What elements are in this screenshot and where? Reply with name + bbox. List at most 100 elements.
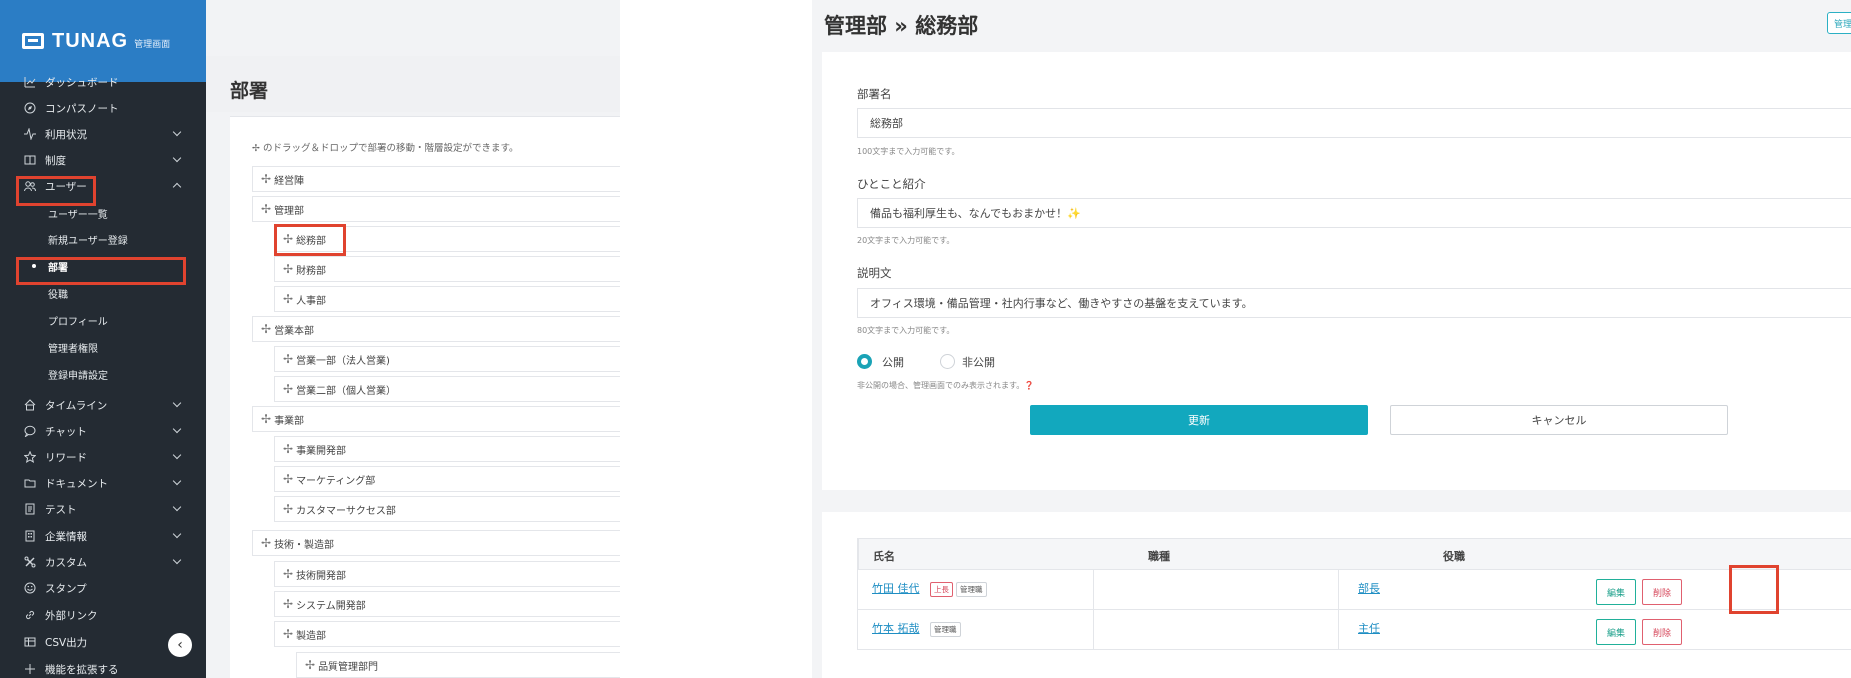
sidebar-subitem-new-user[interactable]: 新規ユーザー登録 <box>0 226 206 252</box>
drag-handle-icon[interactable]: ✢ <box>283 352 293 366</box>
drag-handle-icon[interactable]: ✢ <box>305 658 315 672</box>
delete-button[interactable]: 削除 <box>1642 619 1682 645</box>
brand-name: TUNAG <box>52 29 129 52</box>
smile-icon <box>24 582 36 594</box>
sidebar-collapse-button[interactable]: ‹ <box>168 633 192 657</box>
sidebar-item-chat[interactable]: チャット <box>0 418 206 444</box>
sidebar-item-timeline[interactable]: タイムライン <box>0 392 206 418</box>
department-item[interactable]: ✢ 事業開発部 <box>274 436 620 462</box>
department-label: 営業一部（法人営業) <box>296 355 390 367</box>
radio-public-label: 公開 <box>882 356 904 369</box>
department-label: 技術開発部 <box>296 570 347 582</box>
department-item[interactable]: ✢ 営業本部 <box>252 316 620 342</box>
department-label: 財務部 <box>296 265 327 277</box>
position-link[interactable]: 部長 <box>1358 580 1380 596</box>
department-item[interactable]: ✢ 技術開発部 <box>274 561 620 587</box>
sidebar-item-reward[interactable]: リワード <box>0 444 206 470</box>
sidebar-item-custom[interactable]: カスタム <box>0 549 206 575</box>
department-item[interactable]: ✢ 事業部 <box>252 406 620 432</box>
delete-button[interactable]: 削除 <box>1642 579 1682 605</box>
page-title: 管理部 » 総務部 <box>824 14 979 38</box>
sidebar-item-label: コンパスノート <box>45 102 119 115</box>
sidebar-item-compass-note[interactable]: コンパスノート <box>0 95 206 121</box>
position-link[interactable]: 主任 <box>1358 620 1380 636</box>
department-item[interactable]: ✢ システム開発部 <box>274 591 620 617</box>
edit-button[interactable]: 編集 <box>1596 579 1636 605</box>
chevron-down-icon <box>172 555 182 565</box>
drag-handle-icon[interactable]: ✢ <box>283 442 293 456</box>
highlight-general-affairs <box>274 224 346 256</box>
sidebar-item-company-info[interactable]: 企業情報 <box>0 523 206 549</box>
radio-public[interactable] <box>857 354 872 369</box>
department-label: マーケティング部 <box>296 475 376 487</box>
drag-handle-icon[interactable]: ✢ <box>283 262 293 276</box>
cancel-button[interactable]: キャンセル <box>1390 405 1728 435</box>
manage-button[interactable]: 管理 <box>1827 12 1851 34</box>
sidebar-item-label: 外部リンク <box>45 609 98 622</box>
member-name-link[interactable]: 竹田 佳代 <box>872 580 920 596</box>
drag-handle-icon[interactable]: ✢ <box>261 202 271 216</box>
sidebar-item-label: チャット <box>45 425 87 438</box>
drag-handle-icon[interactable]: ✢ <box>283 627 293 641</box>
description-input[interactable]: オフィス環境・備品管理・社内行事など、働きやすさの基盤を支えています。 <box>857 288 1851 318</box>
department-item[interactable]: ✢ 技術・製造部 <box>252 530 620 556</box>
header-job: 職種 <box>1148 550 1170 563</box>
supervisor-badge: 上長 <box>930 582 953 597</box>
column-divider <box>1338 570 1339 609</box>
drag-handle-icon[interactable]: ✢ <box>283 567 293 581</box>
department-item[interactable]: ✢ マーケティング部 <box>274 466 620 492</box>
page-title: 部署 <box>230 80 269 102</box>
department-list-screen: TUNAG 管理画面 ダッシュボード コンパスノート 利用状況 制度 ユーザー … <box>0 0 620 678</box>
update-button[interactable]: 更新 <box>1030 405 1368 435</box>
drag-handle-icon[interactable]: ✢ <box>261 172 271 186</box>
cancel-button-label: キャンセル <box>1531 414 1587 427</box>
visibility-help: 非公開の場合、管理画面でのみ表示されます。❓ <box>857 381 1035 390</box>
department-item[interactable]: ✢ 製造部 <box>274 621 620 647</box>
sidebar-item-extend[interactable]: 機能を拡張する <box>0 656 206 678</box>
drag-handle-icon[interactable]: ✢ <box>283 292 293 306</box>
book-icon <box>24 154 36 166</box>
department-item[interactable]: ✢ 経営陣 <box>252 166 620 192</box>
sidebar-item-stamp[interactable]: スタンプ <box>0 575 206 601</box>
department-item[interactable]: ✢ 管理部 <box>252 196 620 222</box>
drag-handle-icon[interactable]: ✢ <box>261 322 271 336</box>
sidebar-subitem-registration[interactable]: 登録申請設定 <box>0 361 206 387</box>
sidebar-item-documents[interactable]: ドキュメント <box>0 470 206 496</box>
sidebar-item-usage[interactable]: 利用状況 <box>0 121 206 147</box>
department-item[interactable]: ✢ 財務部 <box>274 256 620 282</box>
department-item[interactable]: ✢ 営業一部（法人営業) <box>274 346 620 372</box>
home-icon <box>24 399 36 411</box>
sidebar-item-system[interactable]: 制度 <box>0 147 206 173</box>
drag-handle-icon[interactable]: ✢ <box>283 502 293 516</box>
drag-handle-icon[interactable]: ✢ <box>283 472 293 486</box>
highlight-edit-button <box>1729 565 1779 614</box>
test-icon <box>24 503 36 515</box>
drag-hint: ✢ のドラッグ＆ドロップで部署の移動・階層設定ができます。 <box>252 143 519 154</box>
sidebar-item-dashboard[interactable]: ダッシュボード <box>0 69 206 95</box>
star-icon <box>23 450 37 463</box>
intro-input[interactable]: 備品も福利厚生も、なんでもおまかせ！✨ <box>857 198 1851 228</box>
drag-handle-icon[interactable]: ✢ <box>283 597 293 611</box>
department-item[interactable]: ✢ 品質管理部門 <box>296 652 620 678</box>
drag-handle-icon[interactable]: ✢ <box>283 382 293 396</box>
update-button-label: 更新 <box>1188 414 1210 427</box>
department-name-input[interactable]: 総務部 <box>857 108 1851 138</box>
sidebar-item-external-links[interactable]: 外部リンク <box>0 602 206 628</box>
drag-handle-icon[interactable]: ✢ <box>261 412 271 426</box>
sidebar-subitem-label: ユーザー一覧 <box>48 209 108 221</box>
sidebar-subitem-profile[interactable]: プロフィール <box>0 307 206 333</box>
chart-line-icon <box>24 76 36 88</box>
department-item[interactable]: ✢ 営業二部（個人営業） <box>274 376 620 402</box>
radio-private[interactable] <box>940 354 955 369</box>
sidebar-subitem-admin-rights[interactable]: 管理者権限 <box>0 334 206 360</box>
chevron-left-icon: ‹ <box>177 637 183 653</box>
sidebar-item-test[interactable]: テスト <box>0 496 206 522</box>
table-row: 竹田 佳代 上長 管理職 部長 編集 削除 <box>857 570 1851 610</box>
department-item[interactable]: ✢ 人事部 <box>274 286 620 312</box>
drag-handle-icon[interactable]: ✢ <box>261 536 271 550</box>
brand-sub: 管理画面 <box>134 39 171 50</box>
edit-button[interactable]: 編集 <box>1596 619 1636 645</box>
member-name-link[interactable]: 竹本 拓哉 <box>872 620 920 636</box>
name-label: 部署名 <box>857 87 892 101</box>
department-item[interactable]: ✢ カスタマーサクセス部 <box>274 496 620 522</box>
